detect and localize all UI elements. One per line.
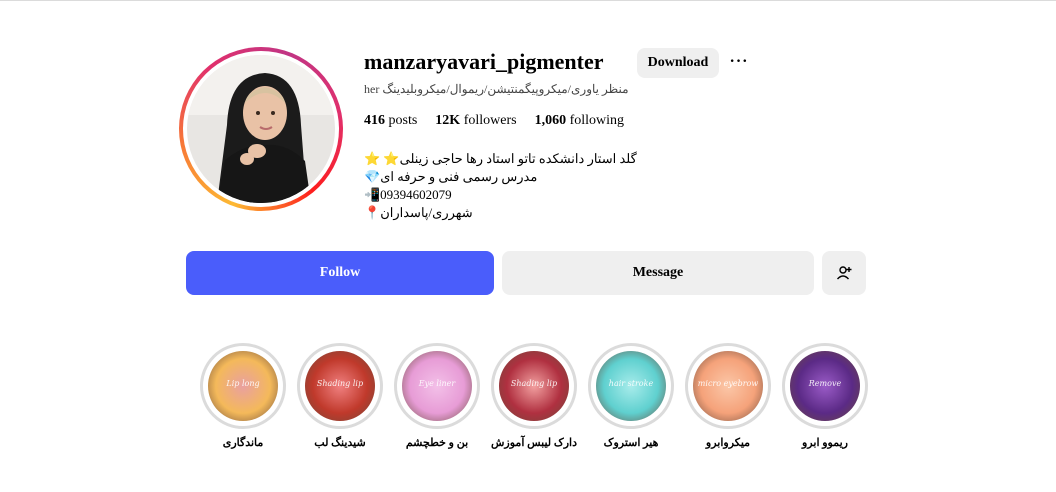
add-user-icon (836, 266, 852, 280)
highlight-item[interactable]: Shading lip دارک لیبس آموزش (491, 343, 577, 453)
avatar-photo (187, 55, 335, 203)
more-options-icon[interactable]: ··· (727, 50, 751, 74)
highlight-cover: hair stroke (596, 351, 666, 421)
highlight-ring: Shading lip (297, 343, 383, 429)
highlight-label: ریموو ابرو (802, 437, 848, 449)
highlight-label: میکروابرو (705, 437, 751, 449)
bio-line: 📍شهرری/پاسداران (364, 205, 473, 220)
posts-stat: 416 posts (364, 113, 418, 128)
highlight-cover: Remove (790, 351, 860, 421)
highlight-cover-text: Remove (808, 379, 842, 388)
highlight-label: هیر استروک (603, 437, 659, 449)
highlight-item[interactable]: Shading lip شیدینگ لب (297, 343, 383, 453)
highlight-item[interactable]: Lip long ماندگاری (200, 343, 286, 453)
follow-button[interactable]: Follow (186, 251, 494, 295)
highlight-cover-text: Shading lip (510, 379, 558, 388)
highlight-cover: micro eyebrow (693, 351, 763, 421)
highlight-label: ماندگاری (222, 437, 264, 449)
highlight-ring: Shading lip (491, 343, 577, 429)
profile-stats: 416 posts 12K followers 1,060 following (364, 113, 624, 129)
following-stat[interactable]: 1,060 following (535, 113, 624, 129)
highlight-ring: hair stroke (588, 343, 674, 429)
message-button[interactable]: Message (502, 251, 814, 295)
top-divider (0, 0, 1056, 1)
highlight-label: شیدینگ لب (314, 437, 366, 449)
bio-line: 💎مدرس رسمی فنی و حرفه ای (364, 169, 538, 184)
highlight-ring: Lip long (200, 343, 286, 429)
highlight-cover-text: Lip long (226, 379, 260, 388)
profile-bio: ⭐ ⭐گلد استار دانشکده تاتو استاد رها حاجی… (364, 150, 637, 222)
highlight-item[interactable]: hair stroke هیر استروک (588, 343, 674, 453)
suggest-users-button[interactable] (822, 251, 866, 295)
highlight-ring: Remove (782, 343, 868, 429)
highlight-cover-text: micro eyebrow (697, 379, 759, 388)
profile-avatar[interactable] (179, 47, 343, 211)
bio-line: ⭐ ⭐گلد استار دانشکده تاتو استاد رها حاجی… (364, 151, 637, 166)
highlight-cover: Shading lip (499, 351, 569, 421)
highlight-cover-text: Shading lip (316, 379, 364, 388)
highlight-ring: Eye liner (394, 343, 480, 429)
highlight-cover-text: Eye liner (418, 379, 456, 388)
highlight-item[interactable]: Eye liner بن و خطچشم (394, 343, 480, 453)
bio-line[interactable]: 📲09394602079 (364, 186, 637, 204)
highlight-item[interactable]: Remove ریموو ابرو (782, 343, 868, 453)
highlight-label: دارک لیبس آموزش (491, 437, 577, 449)
profile-username: manzaryavari_pigmenter (364, 49, 604, 74)
profile-category: her منظر یاوری/میکروپیگمنتیشن/ریموال/میک… (364, 82, 629, 96)
highlight-cover: Lip long (208, 351, 278, 421)
highlight-cover: Shading lip (305, 351, 375, 421)
highlight-label: بن و خطچشم (405, 437, 469, 449)
followers-stat[interactable]: 12K followers (435, 113, 516, 129)
download-button[interactable]: Download (637, 48, 719, 78)
highlight-item[interactable]: micro eyebrow میکروابرو (685, 343, 771, 453)
highlight-ring: micro eyebrow (685, 343, 771, 429)
highlight-cover-text: hair stroke (608, 379, 654, 388)
highlight-cover: Eye liner (402, 351, 472, 421)
